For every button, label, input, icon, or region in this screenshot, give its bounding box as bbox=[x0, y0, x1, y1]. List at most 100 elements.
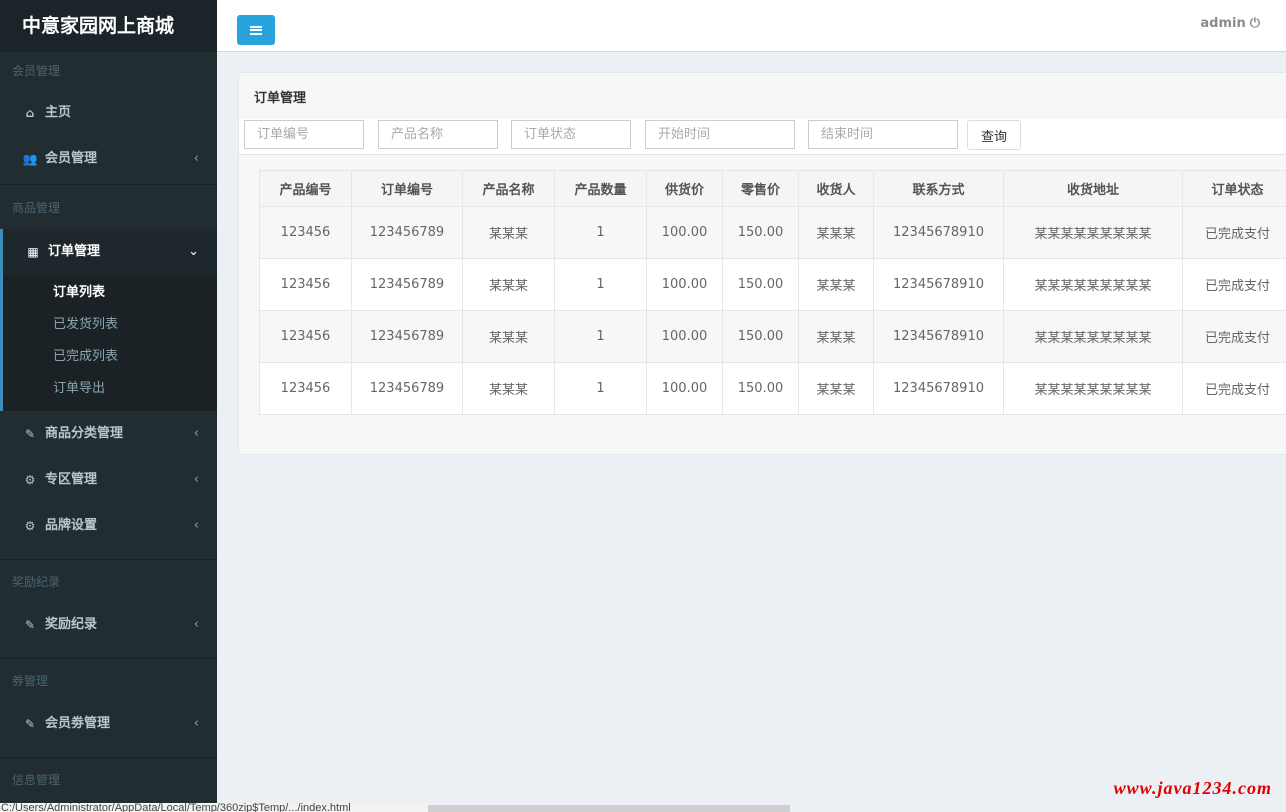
table-cell: 某某某 bbox=[462, 310, 555, 363]
table-cell: 某某某某某某某某某 bbox=[1003, 206, 1183, 259]
page-title: 订单管理 bbox=[254, 91, 307, 106]
table-cell: 已完成支付 bbox=[1182, 258, 1286, 311]
power-icon[interactable]: ⏻ bbox=[1250, 16, 1260, 31]
cogs-icon: ⚙ bbox=[24, 473, 36, 487]
sidebar-item-home[interactable]: ⌂ 主页 bbox=[0, 90, 217, 136]
table-cell: 123456789 bbox=[351, 258, 463, 311]
users-icon: 👥 bbox=[22, 152, 38, 166]
menu-icon bbox=[250, 25, 262, 35]
table-cell: 12345678910 bbox=[873, 258, 1004, 311]
table-cell: 123456789 bbox=[351, 362, 463, 415]
table-cell: 某某某某某某某某某 bbox=[1003, 310, 1183, 363]
sidebar: 中意家园网上商城 会员管理 ⌂ 主页 👥 会员管理 ‹ 商品管理 ▦ 订单管理 … bbox=[0, 0, 217, 812]
table-cell: 1 bbox=[554, 206, 647, 259]
table-cell: 100.00 bbox=[646, 258, 723, 311]
table-cell: 某某某 bbox=[462, 206, 555, 259]
table-cell: 123456 bbox=[259, 362, 352, 415]
column-header[interactable]: 订单状态 bbox=[1182, 170, 1286, 207]
chevron-left-icon: ‹ bbox=[193, 518, 199, 533]
column-header[interactable]: 收货人 bbox=[798, 170, 874, 207]
table-cell: 某某某某某某某某某 bbox=[1003, 258, 1183, 311]
table-cell: 123456789 bbox=[351, 310, 463, 363]
brand-title[interactable]: 中意家园网上商城 bbox=[0, 0, 217, 52]
user-menu[interactable]: admin ⏻ bbox=[1200, 16, 1260, 31]
table-cell: 已完成支付 bbox=[1182, 206, 1286, 259]
table-cell: 12345678910 bbox=[873, 310, 1004, 363]
table-cell: 12345678910 bbox=[873, 362, 1004, 415]
sidebar-item-zones[interactable]: ⚙ 专区管理 ‹ bbox=[0, 457, 217, 503]
chevron-left-icon: ‹ bbox=[193, 617, 199, 632]
table-cell: 100.00 bbox=[646, 206, 723, 259]
browser-status-url: C:/Users/Administrator/AppData/Local/Tem… bbox=[0, 803, 428, 812]
table-cell: 100.00 bbox=[646, 310, 723, 363]
table-cell: 某某某 bbox=[798, 310, 874, 363]
edit-icon: ✎ bbox=[24, 717, 36, 731]
order-management-box: 订单管理 查询 产品编号 订单编号 产品名称 产品数量 供货价 零售价 收货人 … bbox=[238, 72, 1286, 455]
horizontal-scrollbar[interactable] bbox=[428, 805, 790, 812]
section-header-info: 信息管理 bbox=[12, 773, 61, 787]
order-number-input[interactable] bbox=[244, 120, 364, 149]
chevron-left-icon: ‹ bbox=[193, 716, 199, 731]
table-cell: 已完成支付 bbox=[1182, 362, 1286, 415]
chevron-left-icon: ‹ bbox=[193, 426, 199, 441]
filter-bar: 查询 bbox=[239, 117, 1286, 155]
end-time-input[interactable] bbox=[808, 120, 958, 149]
column-header[interactable]: 零售价 bbox=[722, 170, 799, 207]
column-header[interactable]: 订单编号 bbox=[351, 170, 463, 207]
table-row[interactable]: 123456 123456789 某某某 1 100.00 150.00 某某某… bbox=[259, 258, 1286, 311]
top-header: admin ⏻ bbox=[217, 0, 1286, 52]
sidebar-item-label: 订单管理 bbox=[48, 244, 101, 259]
sidebar-item-brands[interactable]: ⚙ 品牌设置 ‹ bbox=[0, 503, 217, 549]
edit-icon: ✎ bbox=[24, 427, 36, 441]
table-cell: 某某某 bbox=[798, 362, 874, 415]
column-header[interactable]: 产品数量 bbox=[554, 170, 647, 207]
sidebar-item-label: 商品分类管理 bbox=[45, 426, 124, 441]
table-cell: 123456789 bbox=[351, 206, 463, 259]
table-cell: 某某某 bbox=[798, 206, 874, 259]
sidebar-item-members[interactable]: 👥 会员管理 ‹ bbox=[0, 136, 217, 182]
table-cell: 150.00 bbox=[722, 258, 799, 311]
table-row[interactable]: 123456 123456789 某某某 1 100.00 150.00 某某某… bbox=[259, 362, 1286, 415]
section-header-rewards: 奖励纪录 bbox=[12, 575, 61, 589]
table-row[interactable]: 123456 123456789 某某某 1 100.00 150.00 某某某… bbox=[259, 310, 1286, 363]
table-cell: 某某某某某某某某某 bbox=[1003, 362, 1183, 415]
username: admin bbox=[1200, 16, 1246, 31]
edit-icon: ✎ bbox=[24, 618, 36, 632]
table-cell: 某某某 bbox=[462, 362, 555, 415]
table-row[interactable]: 123456 123456789 某某某 1 100.00 150.00 某某某… bbox=[259, 206, 1286, 259]
orders-table: 产品编号 订单编号 产品名称 产品数量 供货价 零售价 收货人 联系方式 收货地… bbox=[259, 170, 1286, 415]
sidebar-item-vouchers[interactable]: ✎ 会员劵管理 ‹ bbox=[0, 701, 217, 747]
sidebar-item-label: 会员劵管理 bbox=[45, 716, 111, 731]
product-name-input[interactable] bbox=[378, 120, 498, 149]
sidebar-item-rewards[interactable]: ✎ 奖励纪录 ‹ bbox=[0, 602, 217, 648]
subnav-item-order-list[interactable]: 订单列表 bbox=[3, 277, 217, 309]
column-header[interactable]: 产品名称 bbox=[462, 170, 555, 207]
subnav-item-completed-list[interactable]: 已完成列表 bbox=[3, 341, 217, 373]
watermark: www.java1234.com bbox=[1113, 778, 1272, 798]
column-header[interactable]: 产品编号 bbox=[259, 170, 352, 207]
sidebar-item-label: 奖励纪录 bbox=[45, 617, 98, 632]
sidebar-item-categories[interactable]: ✎ 商品分类管理 ‹ bbox=[0, 411, 217, 457]
sidebar-item-label: 专区管理 bbox=[45, 472, 98, 487]
table-cell: 150.00 bbox=[722, 206, 799, 259]
sidebar-item-orders[interactable]: ▦ 订单管理 ⌄ bbox=[0, 229, 217, 275]
table-cell: 已完成支付 bbox=[1182, 310, 1286, 363]
column-header[interactable]: 供货价 bbox=[646, 170, 723, 207]
calendar-icon: ▦ bbox=[27, 245, 39, 259]
sidebar-toggle-button[interactable] bbox=[237, 15, 275, 45]
order-status-input[interactable] bbox=[511, 120, 631, 149]
chevron-left-icon: ‹ bbox=[193, 472, 199, 487]
table-cell: 100.00 bbox=[646, 362, 723, 415]
start-time-input[interactable] bbox=[645, 120, 795, 149]
subnav-item-shipped-list[interactable]: 已发货列表 bbox=[3, 309, 217, 341]
subnav-item-order-export[interactable]: 订单导出 bbox=[3, 373, 217, 405]
query-button[interactable]: 查询 bbox=[967, 120, 1021, 150]
orders-submenu: 订单列表 已发货列表 已完成列表 订单导出 bbox=[0, 275, 217, 411]
column-header[interactable]: 收货地址 bbox=[1003, 170, 1183, 207]
table-cell: 某某某 bbox=[798, 258, 874, 311]
section-header-vouchers: 券管理 bbox=[12, 674, 49, 688]
table-cell: 123456 bbox=[259, 258, 352, 311]
table-cell: 12345678910 bbox=[873, 206, 1004, 259]
table-cell: 123456 bbox=[259, 206, 352, 259]
column-header[interactable]: 联系方式 bbox=[873, 170, 1004, 207]
